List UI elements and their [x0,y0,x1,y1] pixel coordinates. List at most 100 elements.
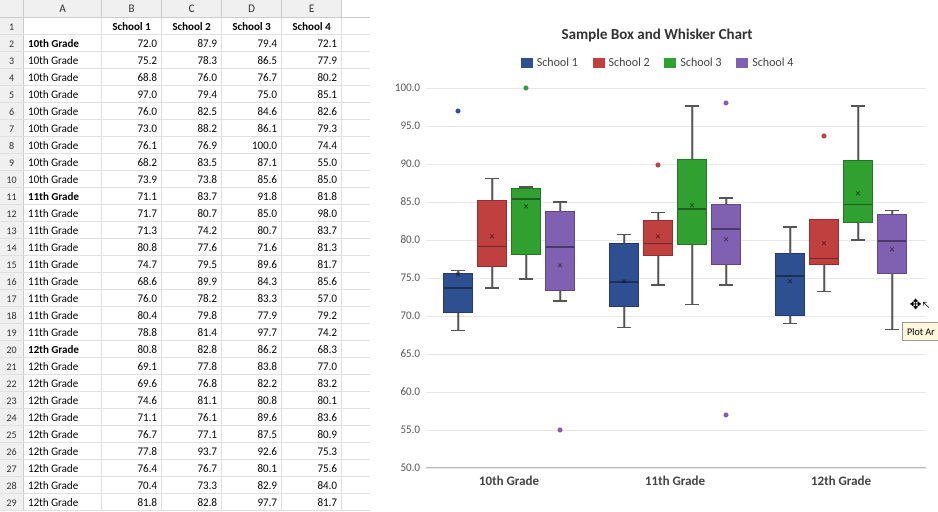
table-row[interactable]: 2512th Grade76.777.187.580.9 [0,426,370,443]
box-plot-box[interactable]: × [843,160,873,223]
cell[interactable]: 78.3 [162,52,222,68]
table-row[interactable]: 610th Grade76.082.584.682.6 [0,103,370,120]
cell[interactable]: 11th Grade [24,273,102,289]
cell[interactable]: 85.0 [282,171,342,187]
cell[interactable]: 87.5 [222,426,282,442]
cell[interactable]: School 4 [282,18,342,34]
legend-item[interactable]: School 1 [521,56,578,70]
cell[interactable]: 76.9 [162,137,222,153]
col-header[interactable]: A [24,0,102,17]
cell[interactable]: 85.6 [282,273,342,289]
chart-legend[interactable]: School 1 School 2 School 3 School 4 [376,56,938,70]
table-row[interactable]: 1811th Grade80.479.877.979.2 [0,307,370,324]
cell[interactable]: 75.2 [102,52,162,68]
cell[interactable]: 77.0 [282,358,342,374]
table-row[interactable]: 1211th Grade71.780.785.098.0 [0,205,370,222]
cell[interactable]: 68.8 [102,69,162,85]
cell[interactable]: 76.1 [102,137,162,153]
table-row[interactable]: 1311th Grade71.374.280.783.7 [0,222,370,239]
cell[interactable]: 80.8 [102,341,162,357]
cell[interactable]: 80.1 [222,460,282,476]
cell[interactable]: 12th Grade [24,494,102,510]
table-row[interactable]: 2712th Grade76.476.780.175.6 [0,460,370,477]
cell[interactable]: 80.8 [102,239,162,255]
table-row[interactable]: 2212th Grade69.676.882.283.2 [0,375,370,392]
row-header[interactable]: 14 [0,239,24,255]
cell[interactable]: 81.4 [162,324,222,340]
cell[interactable]: 71.1 [102,188,162,204]
box-plot-box[interactable]: × [809,219,839,265]
cell[interactable]: 91.8 [222,188,282,204]
legend-item[interactable]: School 3 [664,56,721,70]
cell[interactable]: 80.7 [222,222,282,238]
table-row[interactable]: 310th Grade75.278.386.577.9 [0,52,370,69]
cell[interactable]: 76.0 [162,69,222,85]
cell[interactable]: 93.7 [162,443,222,459]
box-plot-box[interactable]: × [545,211,575,291]
cell[interactable]: 88.2 [162,120,222,136]
box-plot-box[interactable]: × [677,159,707,246]
outlier-point[interactable] [724,101,729,106]
cell[interactable]: 77.9 [222,307,282,323]
cell[interactable]: 89.9 [162,273,222,289]
cell[interactable]: 77.8 [162,358,222,374]
cell[interactable] [24,18,102,34]
box-plot-box[interactable]: × [443,273,473,313]
cell[interactable]: 83.5 [162,154,222,170]
row-header[interactable]: 20 [0,341,24,357]
box-plot-box[interactable]: × [643,220,673,256]
cell[interactable]: 79.4 [162,86,222,102]
table-row[interactable]: 810th Grade76.176.9100.074.4 [0,137,370,154]
cell[interactable]: 11th Grade [24,188,102,204]
cell[interactable]: 80.8 [222,392,282,408]
cell[interactable]: 82.8 [162,341,222,357]
outlier-point[interactable] [558,428,563,433]
outlier-point[interactable] [524,86,529,91]
cell[interactable]: 76.7 [162,460,222,476]
cell[interactable]: 80.4 [102,307,162,323]
cell[interactable]: 71.7 [102,205,162,221]
cell[interactable]: 100.0 [222,137,282,153]
cell[interactable]: 11th Grade [24,239,102,255]
table-row[interactable]: 910th Grade68.283.587.155.0 [0,154,370,171]
row-header[interactable]: 22 [0,375,24,391]
cell[interactable]: 72.1 [282,35,342,51]
cell[interactable]: 83.3 [222,290,282,306]
cell[interactable]: 11th Grade [24,256,102,272]
col-header[interactable]: D [222,0,282,17]
box-plot-box[interactable]: × [511,188,541,255]
cell[interactable]: 92.6 [222,443,282,459]
cell[interactable]: 77.6 [162,239,222,255]
cell[interactable]: 12th Grade [24,426,102,442]
cell[interactable]: 74.7 [102,256,162,272]
spreadsheet-grid[interactable]: A B C D E 1School 1School 2School 3Schoo… [0,0,370,512]
cell[interactable]: 86.1 [222,120,282,136]
row-header[interactable]: 23 [0,392,24,408]
row-header[interactable]: 6 [0,103,24,119]
cell[interactable]: 70.4 [102,477,162,493]
cell[interactable]: 81.3 [282,239,342,255]
table-row[interactable]: 1010th Grade73.973.885.685.0 [0,171,370,188]
row-header[interactable]: 16 [0,273,24,289]
legend-item[interactable]: School 4 [736,56,793,70]
cell[interactable]: 79.3 [282,120,342,136]
cell[interactable]: 79.8 [162,307,222,323]
row-header[interactable]: 3 [0,52,24,68]
legend-item[interactable]: School 2 [593,56,650,70]
outlier-point[interactable] [724,412,729,417]
row-header[interactable]: 7 [0,120,24,136]
cell[interactable]: 75.6 [282,460,342,476]
cell[interactable]: 76.0 [102,290,162,306]
cell[interactable]: 97.7 [222,324,282,340]
cell[interactable]: 76.4 [102,460,162,476]
cell[interactable]: 87.1 [222,154,282,170]
row-header[interactable]: 24 [0,409,24,425]
col-header[interactable]: C [162,0,222,17]
cell[interactable]: 10th Grade [24,154,102,170]
cell[interactable]: 83.7 [162,188,222,204]
cell[interactable]: 79.5 [162,256,222,272]
row-header[interactable]: 5 [0,86,24,102]
row-header[interactable]: 29 [0,494,24,510]
table-row[interactable]: 1611th Grade68.689.984.385.6 [0,273,370,290]
cell[interactable]: 81.7 [282,256,342,272]
